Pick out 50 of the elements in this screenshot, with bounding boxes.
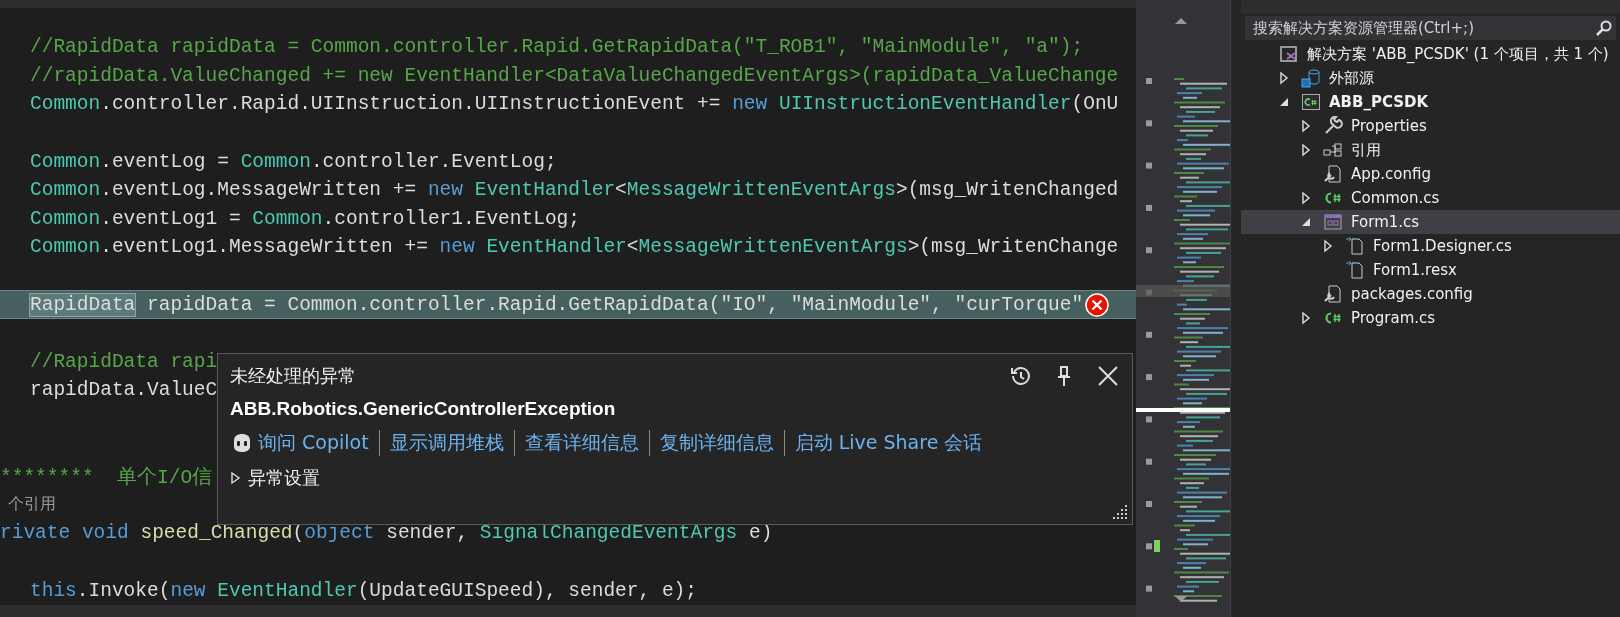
tree-item[interactable]: 引用 [1241,138,1620,162]
code-line: Common.controller.Rapid.UIInstruction.UIInstructionEvent += new UIInstructionEventHandler(OnU [30,93,1119,116]
config-file-icon [1323,284,1343,304]
expand-arrow-icon [230,471,242,485]
popup-title: 未经处理的异常 [230,364,356,388]
copilot-link[interactable]: 询问 Copilot [230,430,379,456]
code-line: ******** 单个I/O信 [0,465,213,490]
code-line: Common.eventLog.MessageWritten += new EventHandler<MessageWrittenEventArgs>(msg_WritenChanged [30,179,1119,202]
database-icon [1301,68,1321,88]
tree-item[interactable]: 解决方案 'ABB_PCSDK' (1 个项目，共 1 个) [1241,42,1620,66]
action-link[interactable]: 显示调用堆栈 [378,430,514,456]
search-field[interactable]: 搜索解决方案资源管理器(Ctrl+;) [1245,16,1616,40]
tree-item[interactable]: Form1.cs [1241,210,1620,234]
tree-item[interactable]: Program.cs [1241,306,1620,330]
tree-item[interactable]: Common.cs [1241,186,1620,210]
wrench-icon [1323,116,1343,136]
tree-item[interactable]: packages.config [1241,282,1620,306]
csharp-project-icon [1301,92,1321,112]
search-icon [1596,20,1612,36]
tree-item[interactable]: App.config [1241,162,1620,186]
exception-settings-toggle[interactable]: 异常设置 [230,466,320,490]
code-line: Common.eventLog1 = Common.controller1.EventLog; [30,207,580,230]
tree-item[interactable]: Form1.Designer.cs [1241,234,1620,258]
minimap-drawing[interactable] [1136,0,1230,617]
config-file-icon [1323,164,1343,184]
code-line: //RapidData rapidData = Common.controller.Rapid.GetRapidData("T_ROB1", "MainModule", "a"); [30,36,1084,59]
code-line: //rapidData.ValueChanged += new EventHandler<DataValueChangedEventArgs>(rapidData_ValueChange [30,64,1119,87]
reference-count[interactable]: 个引用 [8,494,56,516]
exception-name: ABB.Robotics.GenericControllerException [230,398,616,420]
resize-grip-icon[interactable] [1112,504,1128,520]
code-line: Common.eventLog = Common.controller.EventLog; [30,150,557,173]
code-line: //RapidData rapi [30,350,218,373]
tree-item[interactable]: ABB_PCSDK [1241,90,1620,114]
tree-item[interactable]: 外部源 [1241,66,1620,90]
code-line: rapidData.ValueC [30,379,218,402]
linked-file-icon [1345,236,1365,256]
linked-file-icon [1345,260,1365,280]
code-line: RapidData rapidData = Common.controller.Rapid.GetRapidData("IO", "MainModule", "curTorque" [30,293,1084,316]
code-line: Common.eventLog1.MessageWritten += new EventHandler<MessageWrittenEventArgs>(msg_WritenChange [30,236,1119,259]
close-icon[interactable] [1096,364,1120,388]
history-icon[interactable] [1008,364,1032,388]
action-link[interactable]: 复制详细信息 [648,430,784,456]
tree-item[interactable]: Properties [1241,114,1620,138]
references-icon [1323,140,1343,160]
form-icon [1323,212,1343,232]
solution-icon [1279,44,1299,64]
code-line: this.Invoke(new EventHandler(UpdateGUISpeed), sender, e); [30,579,698,602]
action-link[interactable]: 查看详细信息 [513,430,649,456]
action-link[interactable]: 启动 Live Share 会话 [783,430,993,456]
tree-item[interactable]: Form1.resx [1241,258,1620,282]
